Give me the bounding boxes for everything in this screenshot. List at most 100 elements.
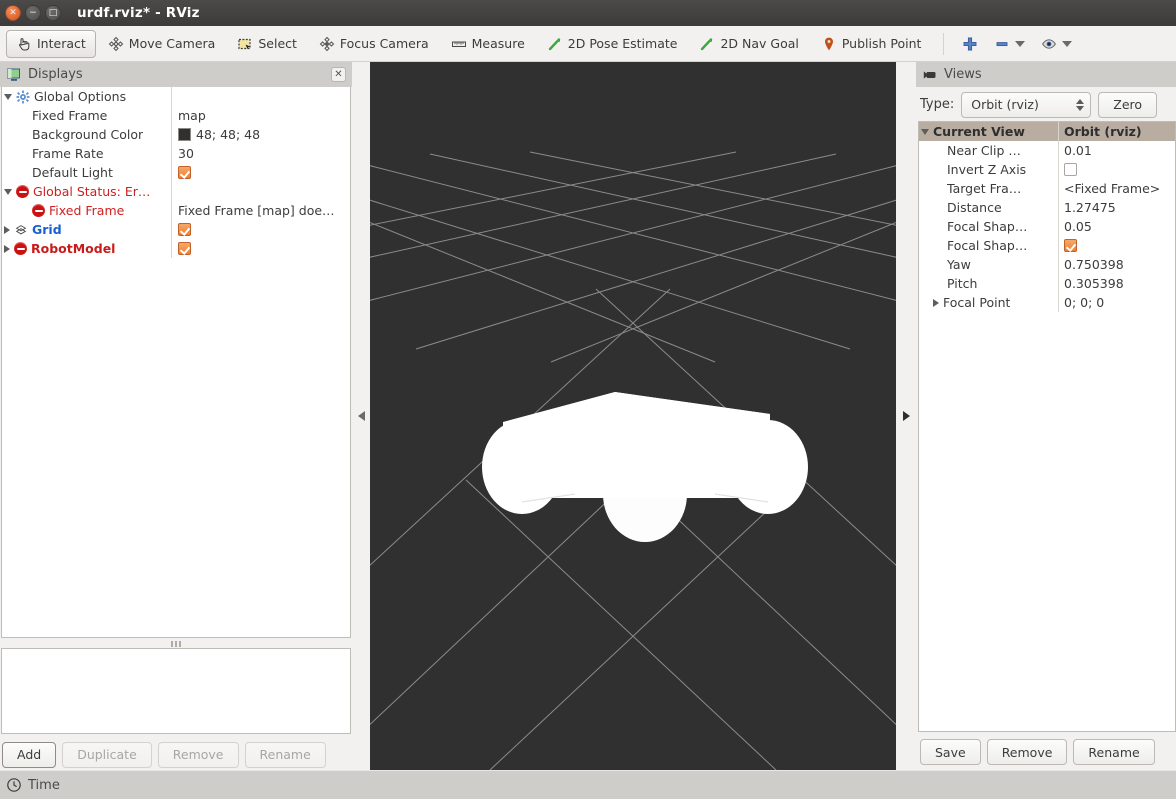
tool-2d-pose-estimate[interactable]: 2D Pose Estimate (537, 30, 688, 58)
chevron-down-icon[interactable] (921, 128, 929, 135)
render-view-canvas (370, 62, 896, 770)
views-row-value[interactable]: 0.750398 (1064, 257, 1124, 272)
views-row-value[interactable]: 0.05 (1064, 219, 1092, 234)
view-type-select[interactable]: Orbit (rviz) (961, 91, 1092, 118)
tool-publish-point[interactable]: Publish Point (811, 30, 932, 58)
add-view-button[interactable] (954, 30, 986, 58)
pose-arrow-icon (547, 36, 563, 52)
minimize-icon[interactable]: − (25, 5, 41, 21)
chevron-down-icon[interactable] (1015, 40, 1026, 47)
collapse-left-arrow-icon[interactable] (357, 411, 365, 421)
table-row[interactable]: Frame Rate 30 (2, 144, 350, 163)
minus-icon (994, 36, 1010, 52)
views-row-label: Distance (947, 200, 1002, 215)
tool-focus-camera[interactable]: Focus Camera (309, 30, 439, 58)
rename-button[interactable]: Rename (244, 741, 326, 768)
left-splitter[interactable] (352, 62, 370, 770)
visibility-button[interactable] (1033, 30, 1080, 58)
tool-2d-nav-goal[interactable]: 2D Nav Goal (689, 30, 808, 58)
chevron-down-icon[interactable] (4, 93, 12, 100)
table-row[interactable]: Fixed Frame map (2, 106, 350, 125)
table-row[interactable]: RobotModel (2, 239, 350, 258)
tool-measure[interactable]: Measure (441, 30, 535, 58)
table-row[interactable]: Default Light (2, 163, 350, 182)
ruler-icon (451, 36, 467, 52)
error-icon (14, 242, 27, 255)
collapse-right-arrow-icon[interactable] (902, 411, 910, 421)
color-swatch[interactable] (178, 128, 191, 141)
views-row-label: Yaw (947, 257, 971, 272)
views-row-value[interactable]: 1.27475 (1064, 200, 1116, 215)
views-row-label: Target Fra… (947, 181, 1022, 196)
hand-cursor-icon (16, 36, 32, 52)
tool-select[interactable]: Select (227, 30, 307, 58)
views-row-label: Invert Z Axis (947, 162, 1027, 177)
checkbox-grid[interactable] (178, 223, 191, 236)
rename-view-button[interactable]: Rename (1073, 739, 1155, 765)
views-tree-header[interactable]: Current View Orbit (rviz) (919, 122, 1175, 141)
checkbox-focal-shape-fixed-size[interactable] (1064, 239, 1077, 252)
chevron-right-icon[interactable] (933, 298, 939, 307)
remove-button[interactable]: Remove (157, 741, 239, 768)
checkbox-default-light[interactable] (178, 166, 191, 179)
table-row[interactable]: Near Clip … 0.01 (919, 141, 1175, 160)
plus-icon (962, 36, 978, 52)
save-button[interactable]: Save (920, 739, 981, 765)
table-row[interactable]: Focal Shap… (919, 236, 1175, 255)
table-row[interactable]: Invert Z Axis (919, 160, 1175, 179)
views-type-row: Type: Orbit (rviz) Zero (916, 87, 1176, 119)
panel-close-icon[interactable]: ✕ (331, 67, 346, 82)
display-monitor-icon (6, 67, 22, 83)
views-row-value[interactable]: 0; 0; 0 (1064, 295, 1104, 310)
chevron-right-icon[interactable] (4, 225, 10, 234)
table-row[interactable]: Global Status: Er… (2, 182, 350, 201)
table-row[interactable]: Grid (2, 220, 350, 239)
table-row[interactable]: Pitch 0.305398 (919, 274, 1175, 293)
chevron-down-icon[interactable] (4, 188, 12, 195)
table-row[interactable]: Yaw 0.750398 (919, 255, 1175, 274)
right-splitter[interactable] (896, 62, 916, 770)
table-row[interactable]: Global Options (2, 87, 350, 106)
spinner-icon[interactable] (1076, 98, 1085, 111)
select-box-icon (237, 36, 253, 52)
table-row[interactable]: Fixed Frame Fixed Frame [map] doe… (2, 201, 350, 220)
table-row[interactable]: Focal Shap… 0.05 (919, 217, 1175, 236)
table-row[interactable]: Background Color 48; 48; 48 (2, 125, 350, 144)
view-type-value: Orbit (rviz) (971, 97, 1039, 112)
render-view-3d[interactable] (370, 62, 896, 770)
eye-icon (1041, 36, 1057, 52)
chevron-right-icon[interactable] (4, 244, 10, 253)
displays-tree[interactable]: Global Options Fixed Frame map Backgroun… (1, 87, 351, 638)
views-row-value[interactable]: <Fixed Frame> (1064, 181, 1160, 196)
maximize-icon[interactable]: □ (45, 5, 61, 21)
tool-move-camera-label: Move Camera (128, 36, 216, 51)
tool-2d-pose-estimate-label: 2D Pose Estimate (567, 36, 678, 51)
displays-row-label: Grid (32, 222, 62, 237)
zero-button[interactable]: Zero (1098, 91, 1158, 118)
views-row-value[interactable]: 0.01 (1064, 143, 1092, 158)
displays-row-value[interactable]: 30 (178, 146, 194, 161)
views-row-value[interactable]: 0.305398 (1064, 276, 1124, 291)
remove-view-button[interactable] (986, 30, 1033, 58)
displays-row-label: Background Color (32, 127, 144, 142)
views-tree[interactable]: Current View Orbit (rviz) Near Clip … 0.… (918, 121, 1176, 732)
close-icon[interactable]: ✕ (5, 5, 21, 21)
displays-row-value[interactable]: map (178, 108, 206, 123)
duplicate-button[interactable]: Duplicate (62, 741, 152, 768)
table-row[interactable]: Target Fra… <Fixed Frame> (919, 179, 1175, 198)
checkbox-invert-z-axis[interactable] (1064, 163, 1077, 176)
tool-move-camera[interactable]: Move Camera (98, 30, 226, 58)
tool-interact[interactable]: Interact (6, 29, 96, 58)
displays-splitter-handle[interactable] (1, 639, 351, 648)
table-row[interactable]: Distance 1.27475 (919, 198, 1175, 217)
nav-goal-arrow-icon (699, 36, 715, 52)
add-button[interactable]: Add (2, 741, 57, 768)
checkbox-robotmodel[interactable] (178, 242, 191, 255)
error-icon (32, 204, 45, 217)
displays-row-value[interactable]: 48; 48; 48 (196, 127, 260, 142)
chevron-down-icon (1076, 105, 1085, 111)
chevron-down-icon[interactable] (1062, 40, 1073, 47)
table-row[interactable]: Focal Point 0; 0; 0 (919, 293, 1175, 312)
displays-row-value: Fixed Frame [map] doe… (178, 203, 335, 218)
remove-view-button[interactable]: Remove (986, 739, 1068, 765)
